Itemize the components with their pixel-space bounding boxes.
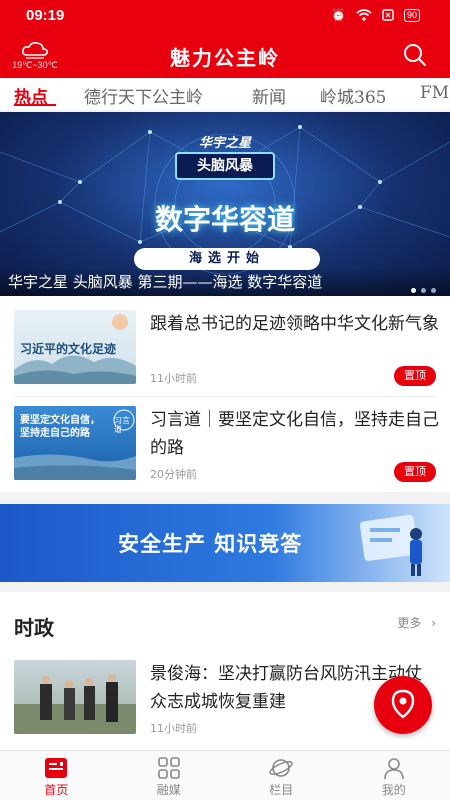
home-news-icon	[45, 758, 68, 778]
safety-quiz-banner[interactable]: 安全生产 知识竞答	[0, 504, 450, 582]
app-header: 19℃~30℃ 魅力公主岭	[0, 32, 450, 78]
user-icon	[383, 758, 404, 780]
tab-lingcheng365[interactable]: 岭城365	[320, 83, 386, 108]
thumb-badge: 习言道	[114, 416, 130, 434]
news-headline: 习言道｜要坚定文化自信，坚持走自己的路	[150, 410, 439, 458]
alarm-icon: ⏰	[331, 8, 346, 22]
pinned-badge: 置顶	[394, 366, 436, 386]
news-thumbnail	[14, 660, 136, 734]
banner-caption: 华宇之星 头脑风暴 第三期——海选 数字华容道	[0, 268, 450, 296]
list-item[interactable]: 景俊海：坚决打赢防台风防汛主动仗 众志成城恢复重建 11小时前	[14, 660, 436, 748]
banner-carousel[interactable]: 华宇之星 头脑风暴 数字华容道 海选开始 华宇之星 头脑风暴 第三期——海选 数…	[0, 112, 450, 296]
planet-icon	[269, 759, 293, 777]
grid-icon	[157, 757, 180, 779]
news-thumbnail: 习近平的文化足迹	[14, 310, 136, 384]
list-item[interactable]: 习近平的文化足迹 跟着总书记的足迹领略中华文化新气象 11小时前 置顶	[14, 310, 439, 398]
tab-fm[interactable]: FM	[420, 83, 449, 103]
officials-photo-image	[14, 674, 136, 734]
carousel-dot[interactable]	[421, 288, 426, 293]
search-icon[interactable]	[402, 42, 428, 68]
banner-logo-line2: 头脑风暴	[175, 152, 275, 180]
carousel-dot[interactable]	[411, 288, 416, 293]
section-title: 时政	[14, 616, 54, 640]
location-pin-icon	[391, 689, 415, 719]
thumb-caption: 要坚定文化自信，坚持走自己的路	[20, 415, 100, 439]
nav-label: 栏目	[269, 783, 294, 797]
divider	[14, 396, 436, 397]
chevron-right-icon: ›	[431, 616, 436, 630]
pinned-news-list: 习近平的文化足迹 跟着总书记的足迹领略中华文化新气象 11小时前 置顶 要坚定文…	[0, 296, 450, 492]
nav-label: 我的	[381, 783, 406, 797]
status-bar: 09:19 ⏰ 90	[0, 0, 450, 32]
nav-label: 首页	[44, 783, 69, 797]
thumb-caption: 习近平的文化足迹	[20, 342, 117, 356]
battery-icon: 90	[403, 8, 420, 22]
app-title: 魅力公主岭	[170, 46, 280, 70]
status-time: 09:19	[26, 7, 65, 24]
active-tab-indicator	[14, 104, 56, 106]
banner-logo-line1: 华宇之星	[198, 136, 251, 151]
ad-text: 安全生产 知识竞答	[118, 532, 303, 556]
news-headline: 跟着总书记的足迹领略中华文化新气象	[150, 314, 439, 334]
news-time: 11小时前	[150, 372, 197, 385]
nav-label: 融媒	[156, 783, 181, 797]
news-thumbnail: 要坚定文化自信，坚持走自己的路 习言道	[14, 406, 136, 480]
more-label: 更多	[397, 616, 422, 630]
tab-dexing[interactable]: 德行天下公主岭	[84, 83, 203, 108]
wifi-icon	[356, 9, 372, 21]
status-icons: ⏰ 90	[331, 8, 420, 22]
nav-media[interactable]: 融媒	[113, 751, 226, 800]
sim-icon	[382, 9, 394, 21]
bottom-navigation: 首页 融媒 栏目 我的	[0, 750, 450, 800]
list-item[interactable]: 要坚定文化自信，坚持走自己的路 习言道 习言道｜要坚定文化自信，坚持走自己的路 …	[14, 406, 439, 494]
category-tabs: 热点 德行天下公主岭 新闻 岭城365 FM	[0, 78, 450, 110]
news-time: 11小时前	[150, 722, 197, 735]
location-fab-button[interactable]	[374, 676, 432, 734]
more-link[interactable]: 更多 ›	[397, 614, 436, 631]
pinned-badge: 置顶	[394, 462, 436, 482]
news-time: 20分钟前	[150, 468, 197, 481]
nav-columns[interactable]: 栏目	[225, 751, 338, 800]
banner-headline: 数字华容道	[154, 203, 295, 236]
tab-news[interactable]: 新闻	[252, 83, 286, 108]
carousel-dots	[411, 288, 436, 293]
nav-home[interactable]: 首页	[0, 751, 113, 800]
carousel-dot[interactable]	[431, 288, 436, 293]
banner-pill: 海选开始	[134, 248, 320, 270]
nav-mine[interactable]: 我的	[338, 751, 450, 800]
quiz-illustration-icon	[359, 514, 422, 576]
